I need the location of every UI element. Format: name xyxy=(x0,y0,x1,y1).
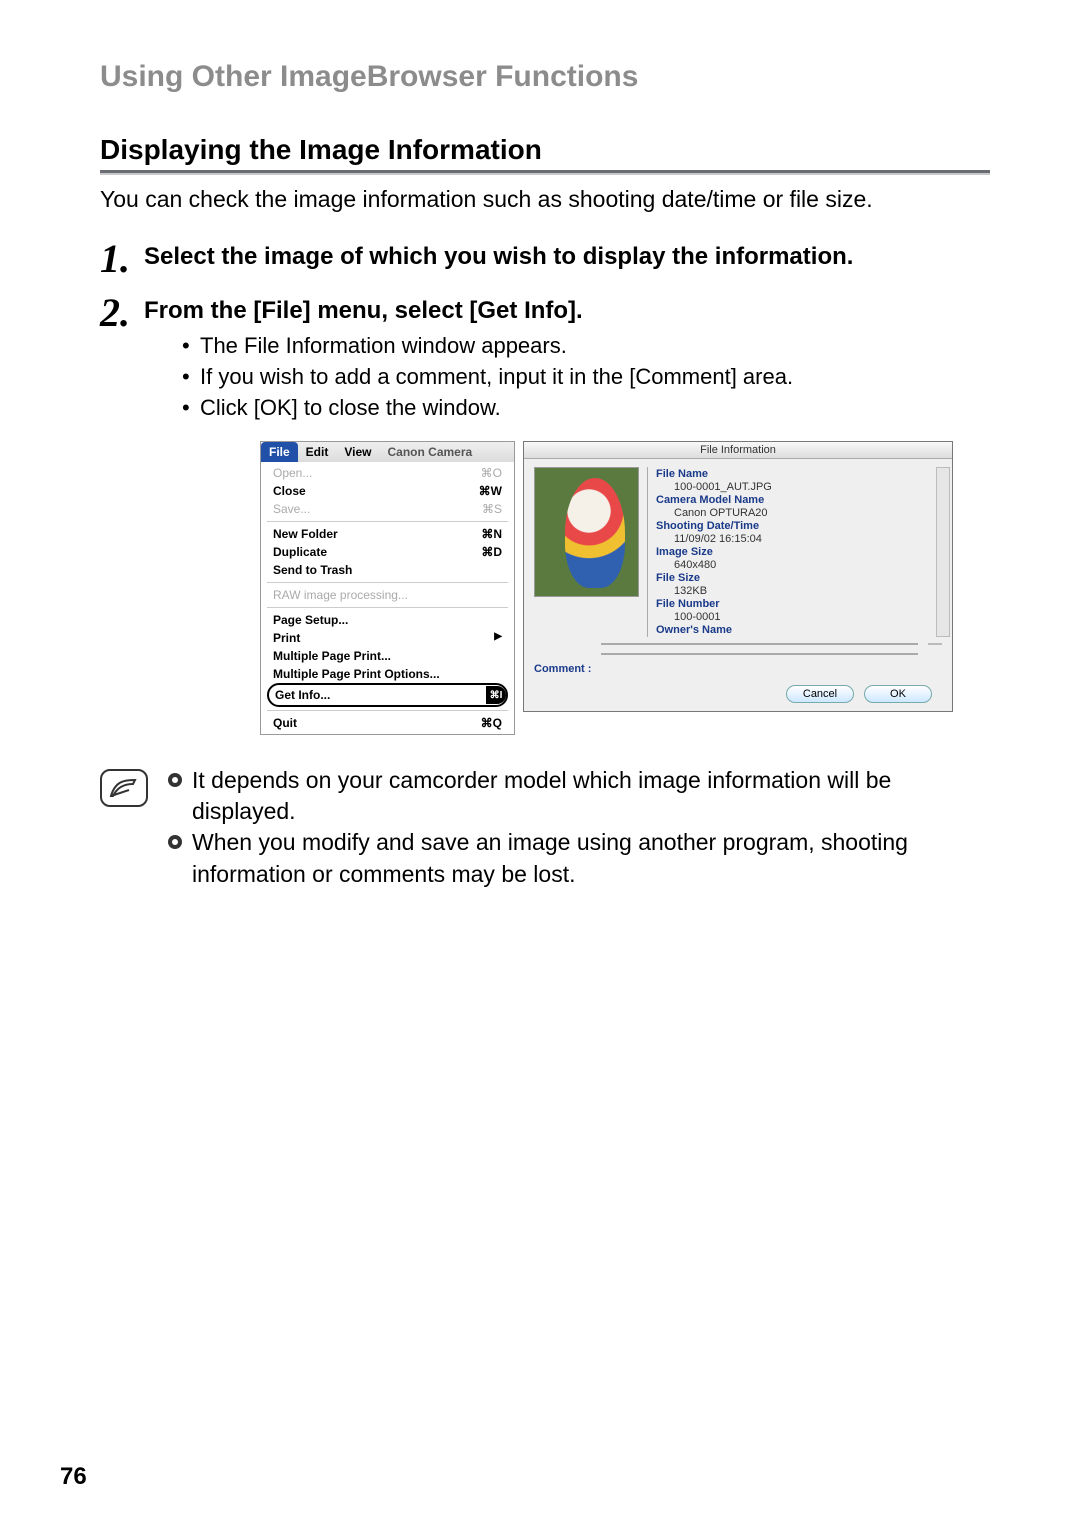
bullet-2: If you wish to add a comment, input it i… xyxy=(182,362,990,393)
file-menu-dropdown: Open...⌘O Close⌘W Save...⌘S New Folder⌘N… xyxy=(261,462,514,734)
value-image-size: 640x480 xyxy=(656,559,942,571)
step-1: 1. Select the image of which you wish to… xyxy=(100,243,990,279)
note-bullet-icon xyxy=(168,835,182,849)
menu-item-get-info-highlighted[interactable]: Get Info... ⌘I xyxy=(267,683,508,707)
menu-item-send-to-trash[interactable]: Send to Trash xyxy=(261,561,514,579)
menu-view[interactable]: View xyxy=(336,442,379,462)
comment-scrollbar[interactable] xyxy=(928,643,942,645)
menu-item-new-folder[interactable]: New Folder⌘N xyxy=(261,525,514,543)
menu-item-page-setup[interactable]: Page Setup... xyxy=(261,611,514,629)
image-thumbnail xyxy=(534,467,639,597)
comment-textarea[interactable] xyxy=(601,643,918,645)
info-scrollbar[interactable] xyxy=(936,467,950,637)
value-shooting-date: 11/09/02 16:15:04 xyxy=(656,533,942,545)
value-file-number: 100-0001 xyxy=(656,611,942,623)
menu-separator xyxy=(267,582,508,583)
value-camera-model: Canon OPTURA20 xyxy=(656,507,942,519)
step-number-2: 2. xyxy=(100,293,130,333)
menu-item-close[interactable]: Close⌘W xyxy=(261,482,514,500)
screenshot-figures: File Edit View Canon Camera Open...⌘O Cl… xyxy=(260,441,990,735)
file-information-dialog: File Information File Name 100-0001_AUT.… xyxy=(523,441,953,712)
label-owners-name: Owner's Name xyxy=(656,624,942,636)
step-2-text: From the [File] menu, select [Get Info]. xyxy=(144,297,990,325)
note-1: It depends on your camcorder model which… xyxy=(192,765,990,827)
file-menu-screenshot: File Edit View Canon Camera Open...⌘O Cl… xyxy=(260,441,515,735)
section-title: Using Other ImageBrowser Functions xyxy=(100,60,990,94)
label-comment: Comment : xyxy=(534,643,591,675)
notes-block: It depends on your camcorder model which… xyxy=(100,765,990,889)
menu-edit[interactable]: Edit xyxy=(298,442,337,462)
step-number-1: 1. xyxy=(100,239,130,279)
step-1-text: Select the image of which you wish to di… xyxy=(144,243,990,271)
label-file-number: File Number xyxy=(656,598,942,610)
menu-item-multiple-page-print-options[interactable]: Multiple Page Print Options... xyxy=(261,665,514,683)
label-shooting-date: Shooting Date/Time xyxy=(656,520,942,532)
label-file-size: File Size xyxy=(656,572,942,584)
menu-separator xyxy=(267,521,508,522)
note-icon xyxy=(100,769,148,807)
label-image-size: Image Size xyxy=(656,546,942,558)
menu-item-quit[interactable]: Quit⌘Q xyxy=(261,714,514,732)
step-2: 2. From the [File] menu, select [Get Inf… xyxy=(100,297,990,423)
menu-item-raw-processing[interactable]: RAW image processing... xyxy=(261,586,514,604)
intro-text: You can check the image information such… xyxy=(100,186,990,213)
note-bullet-icon xyxy=(168,773,182,787)
value-file-size: 132KB xyxy=(656,585,942,597)
cancel-button[interactable]: Cancel xyxy=(786,685,854,703)
menu-item-multiple-page-print[interactable]: Multiple Page Print... xyxy=(261,647,514,665)
step-2-bullets: The File Information window appears. If … xyxy=(144,331,990,423)
note-2: When you modify and save an image using … xyxy=(192,827,990,889)
heading-divider xyxy=(100,170,990,176)
parrot-image-icon xyxy=(565,478,625,588)
bullet-3: Click [OK] to close the window. xyxy=(182,393,990,424)
highlight-callout-icon: ⌘I xyxy=(486,686,506,704)
label-camera-model: Camera Model Name xyxy=(656,494,942,506)
comment-textarea-2[interactable] xyxy=(601,653,918,655)
dialog-title: File Information xyxy=(524,442,952,459)
menu-separator xyxy=(267,710,508,711)
menu-item-duplicate[interactable]: Duplicate⌘D xyxy=(261,543,514,561)
menu-item-print[interactable]: Print▶ xyxy=(261,629,514,647)
label-file-name: File Name xyxy=(656,468,942,480)
menu-item-save[interactable]: Save...⌘S xyxy=(261,500,514,518)
subsection-title: Displaying the Image Information xyxy=(100,134,990,166)
submenu-arrow-icon: ▶ xyxy=(494,631,502,645)
menu-canon-camera[interactable]: Canon Camera xyxy=(379,442,480,462)
menu-file[interactable]: File xyxy=(261,442,298,462)
menu-separator xyxy=(267,607,508,608)
page-number: 76 xyxy=(60,1463,87,1491)
bullet-1: The File Information window appears. xyxy=(182,331,990,362)
ok-button[interactable]: OK xyxy=(864,685,932,703)
menubar: File Edit View Canon Camera xyxy=(261,442,514,462)
file-info-panel: File Name 100-0001_AUT.JPG Camera Model … xyxy=(647,467,942,637)
menu-item-open[interactable]: Open...⌘O xyxy=(261,464,514,482)
value-file-name: 100-0001_AUT.JPG xyxy=(656,481,942,493)
